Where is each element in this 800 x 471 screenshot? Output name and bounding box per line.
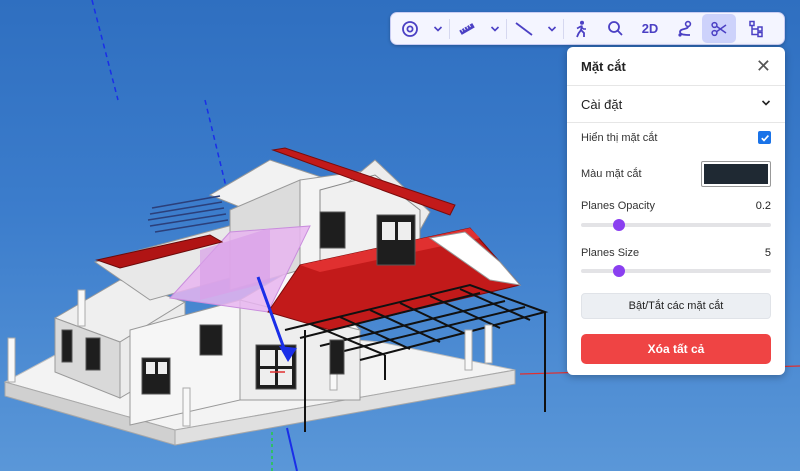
show-section-row: Hiển thị mặt cắt bbox=[581, 131, 771, 144]
planes-opacity-row: Planes Opacity 0.2 bbox=[581, 200, 771, 212]
chevron-down-icon bbox=[433, 24, 443, 34]
planes-size-label: Planes Size bbox=[581, 247, 640, 259]
settings-section-title: Cài đặt bbox=[581, 96, 623, 112]
search-icon bbox=[607, 20, 624, 37]
line-icon bbox=[514, 20, 534, 38]
mode-2d-button[interactable]: 2D bbox=[632, 14, 668, 43]
panel-title: Mặt cắt bbox=[581, 58, 626, 74]
chevron-down-icon bbox=[490, 24, 500, 34]
walk-icon bbox=[573, 20, 589, 38]
view-mode-button[interactable] bbox=[393, 14, 427, 43]
clear-all-button[interactable]: Xóa tất cả bbox=[581, 334, 771, 364]
line-tool-dropdown[interactable] bbox=[541, 14, 563, 43]
show-section-label: Hiển thị mặt cắt bbox=[581, 131, 658, 144]
chevron-down-icon bbox=[547, 24, 557, 34]
section-line-dashed bbox=[91, 0, 119, 101]
show-section-checkbox[interactable] bbox=[758, 131, 771, 144]
planes-size-row: Planes Size 5 bbox=[581, 247, 771, 259]
target-icon bbox=[401, 20, 419, 38]
path-icon bbox=[676, 20, 694, 38]
planes-opacity-value: 0.2 bbox=[755, 200, 771, 212]
section-color-row: Màu mặt cắt bbox=[581, 161, 771, 187]
section-tool-button[interactable] bbox=[702, 14, 736, 43]
walk-mode-button[interactable] bbox=[564, 14, 598, 43]
planes-size-value: 5 bbox=[764, 247, 771, 259]
view-mode-dropdown[interactable] bbox=[427, 14, 449, 43]
scissors-icon bbox=[710, 20, 728, 38]
planes-opacity-slider[interactable] bbox=[581, 219, 771, 231]
house-model[interactable] bbox=[3, 147, 549, 446]
toggle-sections-button[interactable]: Bật/Tắt các mặt cắt bbox=[581, 293, 771, 319]
settings-section-toggle[interactable]: Cài đặt bbox=[567, 86, 785, 123]
viewer-toolbar: 2D bbox=[390, 12, 785, 45]
slider-thumb[interactable] bbox=[613, 219, 625, 231]
line-tool-button[interactable] bbox=[507, 14, 541, 43]
chevron-down-icon bbox=[761, 95, 771, 113]
ruler-icon bbox=[458, 20, 476, 38]
planes-opacity-label: Planes Opacity bbox=[581, 200, 655, 212]
zoom-button[interactable] bbox=[598, 14, 632, 43]
section-line-dashed bbox=[204, 99, 229, 196]
measure-button[interactable] bbox=[450, 14, 484, 43]
close-icon[interactable]: ✕ bbox=[756, 57, 771, 75]
model-tree-button[interactable] bbox=[736, 14, 776, 43]
path-button[interactable] bbox=[668, 14, 702, 43]
planes-size-slider[interactable] bbox=[581, 265, 771, 277]
section-color-picker[interactable] bbox=[701, 161, 771, 187]
panel-header: Mặt cắt ✕ bbox=[567, 47, 785, 86]
section-color-label: Màu mặt cắt bbox=[581, 168, 642, 180]
section-panel: Mặt cắt ✕ Cài đặt Hiển thị mặt cắt Màu m… bbox=[567, 47, 785, 375]
color-swatch bbox=[704, 164, 768, 184]
tree-icon bbox=[747, 20, 765, 38]
measure-dropdown[interactable] bbox=[484, 14, 506, 43]
slider-thumb[interactable] bbox=[613, 265, 625, 277]
